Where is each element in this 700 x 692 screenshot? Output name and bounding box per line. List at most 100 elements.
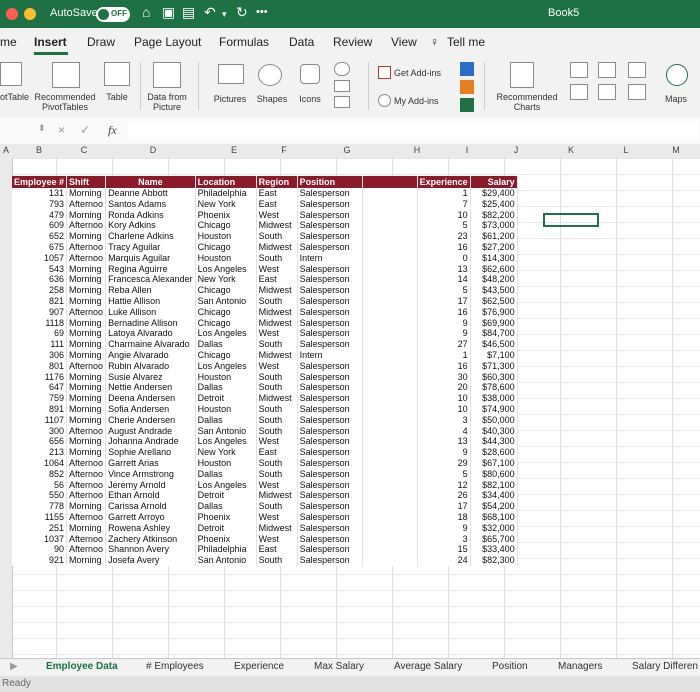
column-header[interactable]: I [444, 145, 490, 155]
name-cell[interactable]: Regina Aguirre [105, 263, 196, 275]
blank-cell[interactable] [362, 252, 418, 264]
location-cell[interactable]: New York [195, 198, 257, 210]
location-cell[interactable]: Detroit [195, 522, 257, 534]
combo-chart-icon[interactable] [628, 84, 646, 100]
blank-cell[interactable] [362, 263, 418, 275]
shift-cell[interactable]: Morning [66, 285, 107, 296]
blank-cell[interactable] [362, 188, 418, 199]
tab-formulas[interactable]: Formulas [219, 35, 269, 49]
location-cell[interactable]: Detroit [195, 393, 257, 404]
location-cell[interactable]: Phoenix [195, 511, 257, 523]
experience-cell[interactable]: 9 [417, 328, 471, 340]
shift-cell[interactable]: Morning [66, 522, 107, 534]
my-addins-label[interactable]: My Add-ins [394, 96, 454, 106]
position-cell[interactable]: Salesperson [297, 231, 363, 242]
position-cell[interactable]: Salesperson [297, 533, 363, 545]
shift-cell[interactable]: Afternoo [66, 511, 107, 523]
blank-cell[interactable] [362, 328, 418, 340]
shapes-icon[interactable] [258, 64, 282, 86]
employee-number-cell[interactable]: 300 [12, 425, 68, 437]
region-cell[interactable]: Midwest [256, 490, 298, 502]
shift-cell[interactable]: Afternoo [66, 490, 107, 502]
name-cell[interactable]: Luke Allison [105, 306, 196, 318]
experience-cell[interactable]: 27 [417, 339, 471, 350]
experience-cell[interactable]: 24 [417, 555, 471, 566]
position-cell[interactable]: Salesperson [297, 414, 363, 426]
shift-cell[interactable]: Morning [66, 382, 107, 394]
location-cell[interactable]: Houston [195, 231, 257, 242]
employee-number-cell[interactable]: 759 [12, 393, 68, 404]
shift-cell[interactable]: Morning [66, 295, 107, 307]
salary-cell[interactable]: $61,200 [470, 231, 518, 242]
shift-cell[interactable]: Morning [66, 274, 107, 286]
employee-number-cell[interactable]: 778 [12, 501, 68, 512]
shift-cell[interactable]: Morning [66, 447, 107, 458]
location-cell[interactable]: San Antonio [195, 555, 257, 566]
blank-cell[interactable] [362, 339, 418, 350]
position-cell[interactable]: Salesperson [297, 209, 363, 221]
location-cell[interactable]: Chicago [195, 317, 257, 329]
location-cell[interactable]: Chicago [195, 220, 257, 232]
region-cell[interactable]: East [256, 544, 298, 556]
shift-cell[interactable]: Afternoo [66, 533, 107, 545]
experience-cell[interactable]: 3 [417, 533, 471, 545]
sheet-tab-max-salary[interactable]: Max Salary [314, 661, 364, 672]
employee-number-cell[interactable]: 852 [12, 468, 68, 480]
experience-cell[interactable]: 13 [417, 263, 471, 275]
region-cell[interactable]: South [256, 457, 298, 469]
column-header[interactable]: E [204, 145, 264, 155]
name-cell[interactable]: Sophie Arellano [105, 447, 196, 458]
employee-number-cell[interactable]: 56 [12, 479, 68, 491]
sheet-tab-salary-difference[interactable]: Salary Differen [632, 661, 698, 672]
shift-cell[interactable]: Morning [66, 501, 107, 512]
region-cell[interactable]: West [256, 209, 298, 221]
salary-cell[interactable]: $71,300 [470, 360, 518, 372]
position-cell[interactable]: Salesperson [297, 285, 363, 296]
salary-cell[interactable]: $74,900 [470, 403, 518, 415]
shift-cell[interactable]: Morning [66, 436, 107, 448]
experience-cell[interactable]: 1 [417, 349, 471, 361]
region-cell[interactable]: South [256, 339, 298, 350]
employee-number-cell[interactable]: 647 [12, 382, 68, 394]
region-cell[interactable]: Midwest [256, 317, 298, 329]
insert-function-button[interactable]: fx [108, 123, 117, 138]
experience-cell[interactable]: 5 [417, 468, 471, 480]
employee-number-cell[interactable]: 111 [12, 339, 68, 350]
icons-icon[interactable] [300, 64, 320, 84]
name-cell[interactable]: Deanne Abbott [105, 188, 196, 199]
recommended-charts-icon[interactable] [510, 62, 534, 88]
region-cell[interactable]: Midwest [256, 393, 298, 404]
name-cell[interactable]: Shannon Avery [105, 544, 196, 556]
region-cell[interactable]: West [256, 511, 298, 523]
employee-number-cell[interactable]: 1118 [12, 317, 68, 329]
salary-cell[interactable]: $62,600 [470, 263, 518, 275]
sheet-tab-position[interactable]: Position [492, 661, 528, 672]
position-cell[interactable]: Salesperson [297, 447, 363, 458]
experience-cell[interactable]: 12 [417, 479, 471, 491]
location-cell[interactable]: Dallas [195, 339, 257, 350]
employee-number-cell[interactable]: 675 [12, 241, 68, 253]
cancel-formula-button[interactable]: × [58, 123, 65, 137]
home-icon[interactable]: ⌂ [142, 4, 150, 20]
experience-cell[interactable]: 10 [417, 403, 471, 415]
pictures-icon[interactable] [218, 64, 244, 84]
location-cell[interactable]: Phoenix [195, 533, 257, 545]
position-cell[interactable]: Intern [297, 349, 363, 361]
position-cell[interactable]: Salesperson [297, 382, 363, 394]
salary-cell[interactable]: $76,900 [470, 306, 518, 318]
blank-cell[interactable] [362, 371, 418, 383]
name-cell[interactable]: Garrett Arias [105, 457, 196, 469]
salary-cell[interactable]: $33,400 [470, 544, 518, 556]
name-cell[interactable]: Francesca Alexander [105, 274, 196, 286]
name-cell[interactable]: Marquis Aguilar [105, 252, 196, 264]
3d-models-icon[interactable] [334, 62, 350, 76]
employee-number-cell[interactable]: 1057 [12, 252, 68, 264]
name-cell[interactable]: Cherie Andersen [105, 414, 196, 426]
column-header[interactable]: G [304, 145, 390, 155]
name-cell[interactable]: Charlene Adkins [105, 231, 196, 242]
blank-cell[interactable] [362, 511, 418, 523]
salary-cell[interactable]: $82,100 [470, 479, 518, 491]
experience-cell[interactable]: 26 [417, 490, 471, 502]
position-cell[interactable]: Salesperson [297, 198, 363, 210]
header-location[interactable]: Location [195, 176, 257, 188]
